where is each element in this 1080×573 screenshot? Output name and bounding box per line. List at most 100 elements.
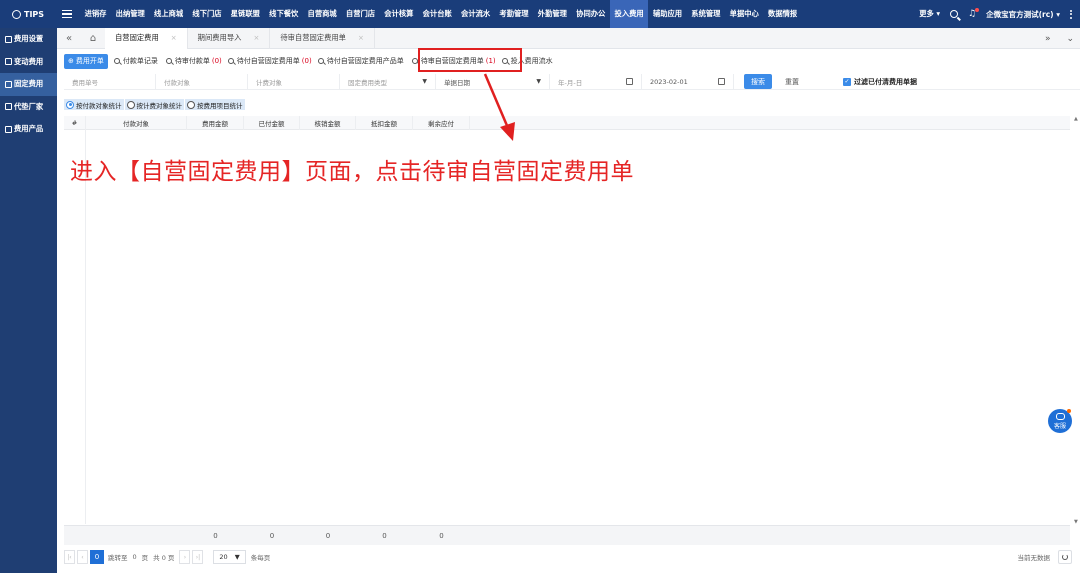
- stat-mode-radios: 按付款对象统计 按计费对象统计 按费用项目统计: [64, 99, 246, 110]
- end-date-input[interactable]: 2023-02-01: [642, 73, 734, 90]
- sidebar-item-label: 固定费用: [14, 79, 44, 89]
- column-header-6[interactable]: 剩余应付: [413, 116, 470, 130]
- table-header: # 付款对象 费用金额 已付金额 核销金额 抵扣金额 剩余应付: [64, 116, 1070, 130]
- column-header-0[interactable]: #: [64, 116, 86, 130]
- more-menu-button[interactable]: 更多 ▾: [919, 0, 940, 28]
- close-tab-icon[interactable]: ×: [358, 34, 364, 42]
- column-header-4[interactable]: 核销金额: [300, 116, 356, 130]
- date-type-select[interactable]: 单据日期 ▼: [436, 73, 550, 90]
- user-account-menu[interactable]: 企微宝官方测试(rc) ▾: [986, 9, 1060, 20]
- calendar-icon[interactable]: [626, 78, 633, 85]
- scroll-down-icon[interactable]: ▼: [1074, 519, 1078, 525]
- refresh-button[interactable]: [1058, 550, 1072, 564]
- nav-item-2[interactable]: 线上商城: [149, 0, 187, 28]
- charge-target-input[interactable]: 计费对象: [248, 73, 340, 90]
- page-size-select[interactable]: 20 ▼: [213, 550, 246, 564]
- brand-logo[interactable]: TIPS: [0, 9, 62, 19]
- collapse-left-icon[interactable]: «: [57, 33, 81, 44]
- toolbar-button-1[interactable]: 待审付款单 (0): [165, 56, 222, 66]
- filter-paid-checkbox[interactable]: ✓ 过滤已付清费用单据: [843, 77, 917, 87]
- tabs-dropdown-icon[interactable]: ⌄: [1066, 34, 1074, 44]
- nav-item-7[interactable]: 自营门店: [341, 0, 379, 28]
- reset-button[interactable]: 重置: [778, 74, 806, 89]
- tab-2[interactable]: 待审自营固定费用单 ×: [270, 27, 375, 49]
- more-options-icon[interactable]: [1070, 9, 1072, 19]
- refresh-icon: [1062, 554, 1068, 560]
- column-header-3[interactable]: 已付金额: [244, 116, 300, 130]
- chevron-down-icon: ▼: [536, 78, 541, 85]
- nav-item-13[interactable]: 协同办公: [572, 0, 610, 28]
- scroll-tabs-right-icon[interactable]: »: [1045, 34, 1051, 44]
- bill-no-input[interactable]: 费用单号: [64, 73, 156, 90]
- scroll-up-icon[interactable]: ▲: [1074, 116, 1078, 122]
- close-tab-icon[interactable]: ×: [253, 34, 259, 42]
- sidebar: 费用设置 变动费用固定费用代垫厂家 费用产品: [0, 28, 57, 573]
- payee-input[interactable]: 付款对象: [156, 73, 248, 90]
- toolbar-button-2[interactable]: 待付自营固定费用单 (0): [227, 56, 312, 66]
- nav-item-11[interactable]: 考勤管理: [495, 0, 533, 28]
- pager-right: 当前无数据: [1018, 550, 1072, 564]
- nav-item-8[interactable]: 会计核算: [380, 0, 418, 28]
- column-header-1[interactable]: 付款对象: [86, 116, 187, 130]
- search-icon: [227, 58, 234, 64]
- toolbar-button-3[interactable]: 待付自营固定费用产品单: [317, 56, 406, 66]
- home-tab-icon[interactable]: ⌂: [81, 33, 105, 44]
- radio-label: 按付款对象统计: [76, 101, 122, 110]
- create-expense-button[interactable]: ⊕ 费用开单: [64, 53, 108, 69]
- search-button[interactable]: 搜索: [744, 74, 772, 89]
- sidebar-item-1[interactable]: 变动费用: [0, 51, 57, 74]
- nav-item-10[interactable]: 会计流水: [456, 0, 494, 28]
- notification-bell-icon[interactable]: ♫: [968, 8, 980, 19]
- sidebar-item-4[interactable]: 费用产品: [0, 118, 57, 141]
- nav-item-15[interactable]: 辅助应用: [648, 0, 686, 28]
- total-pages-text: 共 0 页: [153, 554, 175, 562]
- close-tab-icon[interactable]: ×: [171, 34, 177, 42]
- nav-item-3[interactable]: 线下门店: [188, 0, 226, 28]
- column-header-2[interactable]: 费用金额: [187, 116, 244, 130]
- nav-item-1[interactable]: 出纳管理: [111, 0, 149, 28]
- tab-1[interactable]: 期间费用导入 ×: [188, 27, 271, 49]
- last-page-button[interactable]: ›|: [192, 550, 204, 564]
- table-scrollbar[interactable]: ▲ ▼: [1072, 116, 1080, 525]
- total-cell-0: 0: [213, 532, 218, 540]
- nav-item-18[interactable]: 数据情报: [763, 0, 801, 28]
- tab-controls: » ⌄: [1045, 28, 1074, 49]
- module-menu: 进销存 出纳管理 线上商城 线下门店 星链联盟 线下餐饮 自营商城 自营门店 会计核算 会计台账会…: [80, 0, 802, 28]
- stat-mode-radio-1[interactable]: 按计费对象统计: [124, 99, 184, 110]
- radio-circle-icon: [126, 100, 135, 109]
- toolbar-button-label: 付款单记录: [122, 57, 158, 65]
- goto-page-input[interactable]: 0: [133, 553, 137, 561]
- nav-item-6[interactable]: 自营商城: [303, 0, 341, 28]
- nav-item-12[interactable]: 外勤管理: [533, 0, 571, 28]
- sidebar-item-3[interactable]: 代垫厂家: [0, 96, 57, 119]
- expense-doc-icon: [5, 125, 12, 133]
- sidebar-item-2[interactable]: 固定费用: [0, 73, 57, 96]
- next-page-button[interactable]: ›: [179, 550, 191, 564]
- nav-item-5[interactable]: 线下餐饮: [265, 0, 303, 28]
- current-page[interactable]: 0: [90, 550, 104, 564]
- calendar-icon[interactable]: [718, 78, 725, 85]
- tab-label: 期间费用导入: [197, 33, 242, 42]
- toolbar-button-0[interactable]: 付款单记录: [113, 56, 160, 66]
- stat-mode-radio-0[interactable]: 按付款对象统计: [64, 99, 124, 110]
- prev-page-button[interactable]: ‹: [77, 550, 88, 564]
- customer-service-button[interactable]: 客服: [1048, 409, 1072, 433]
- page-tabs-bar: « ⌂ 自营固定费用 × 期间费用导入 × 待审自营固定费用单 × » ⌄: [57, 27, 1080, 49]
- nav-item-9[interactable]: 会计台账: [418, 0, 456, 28]
- menu-toggle-icon[interactable]: [62, 9, 72, 19]
- nav-item-0[interactable]: 进销存: [80, 0, 111, 28]
- tab-0[interactable]: 自营固定费用 ×: [105, 27, 188, 49]
- nav-item-14[interactable]: 投入费用: [609, 0, 649, 28]
- fee-type-select[interactable]: 固定费用类型 ▼: [340, 73, 436, 90]
- radio-circle-icon: [66, 100, 74, 109]
- stat-mode-radio-2[interactable]: 按费用项目统计: [185, 99, 245, 110]
- nav-item-17[interactable]: 单据中心: [725, 0, 763, 28]
- nav-item-4[interactable]: 星链联盟: [226, 0, 264, 28]
- column-header-5[interactable]: 抵扣金额: [356, 116, 413, 130]
- first-page-button[interactable]: |‹: [64, 550, 75, 564]
- global-search-icon[interactable]: [950, 10, 959, 18]
- chevron-down-icon: ▼: [234, 553, 240, 561]
- start-date-input[interactable]: 年-月-日: [550, 73, 642, 90]
- nav-item-16[interactable]: 系统管理: [687, 0, 725, 28]
- sidebar-item-0[interactable]: 费用设置: [0, 28, 57, 51]
